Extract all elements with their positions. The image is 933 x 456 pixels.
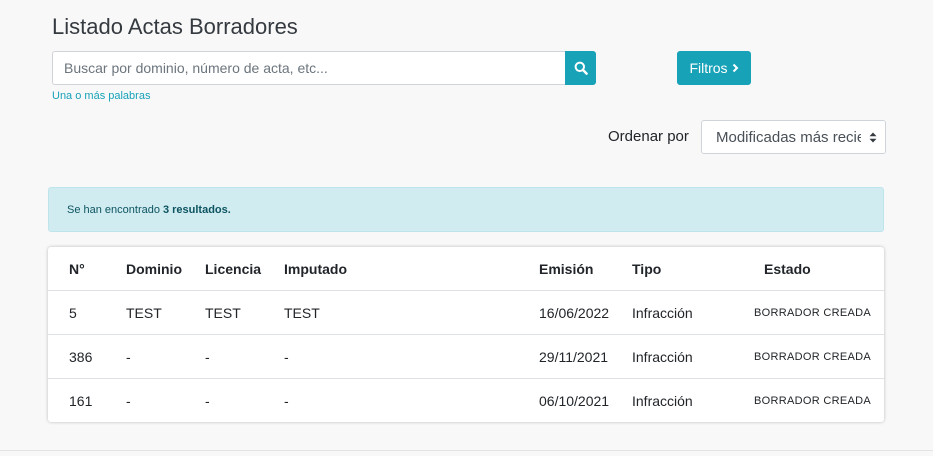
chevron-right-icon [732,63,738,73]
cell-imputado: - [284,334,539,379]
results-alert: Se han encontrado 3 resultados. [48,187,884,232]
order-select[interactable]: Modificadas más recientes [701,120,886,154]
cell-estado: BORRADOR CREADA [739,334,884,379]
cell-tipo: Infracción [632,334,739,379]
header-imputado: Imputado [284,247,539,291]
header-emision: Emisión [539,247,632,291]
cell-licencia: - [205,334,284,379]
search-hint: Una o más palabras [52,90,151,102]
header-dominio: Dominio [126,247,205,291]
search-input[interactable] [52,51,565,85]
order-label: Ordenar por [608,128,689,145]
results-table: N° Dominio Licencia Imputado Emisión Tip… [48,247,884,422]
filters-label: Filtros [689,60,728,76]
table-header-row: N° Dominio Licencia Imputado Emisión Tip… [48,247,884,291]
cell-imputado: - [284,392,289,409]
cell-estado: BORRADOR CREADA [739,290,884,335]
table-row[interactable]: 161 - - - 06/10/2021 Infracción BORRADOR… [48,379,884,423]
cell-tipo: Infracción [632,290,739,335]
cell-imputado: TEST [284,290,539,335]
search-bar [52,51,596,85]
cell-dominio: TEST [126,290,205,335]
cell-num: 161 [69,392,93,409]
results-prefix: Se han encontrado [67,203,160,216]
cell-dominio: - [126,334,205,379]
header-tipo: Tipo [632,247,739,291]
cell-emision: 06/10/2021 [539,392,610,409]
search-button[interactable] [565,51,596,85]
cell-num: 386 [48,334,126,379]
header-num: N° [48,247,126,291]
results-table-card: N° Dominio Licencia Imputado Emisión Tip… [48,247,884,422]
cell-tipo: Infracción [632,392,693,409]
cell-emision: 16/06/2022 [539,290,632,335]
header-estado: Estado [739,247,884,291]
cell-dominio: - [126,392,131,409]
results-count: 3 resultados. [162,203,231,216]
cell-licencia: - [205,392,210,409]
cell-estado: BORRADOR CREADA [754,394,871,407]
header-licencia: Licencia [205,247,284,291]
search-icon [574,61,588,75]
cell-emision: 29/11/2021 [539,334,632,379]
page-title: Listado Actas Borradores [52,14,298,39]
footer-divider [0,450,933,451]
cell-licencia: TEST [205,290,284,335]
order-selected-value: Modificadas más recientes [716,128,861,146]
select-caret-icon [861,121,885,153]
cell-num: 5 [48,290,126,335]
table-row[interactable]: 386 - - - 29/11/2021 Infracción BORRADOR… [48,334,884,379]
filters-button[interactable]: Filtros [677,51,751,85]
table-row[interactable]: 5 TEST TEST TEST 16/06/2022 Infracción B… [48,290,884,335]
